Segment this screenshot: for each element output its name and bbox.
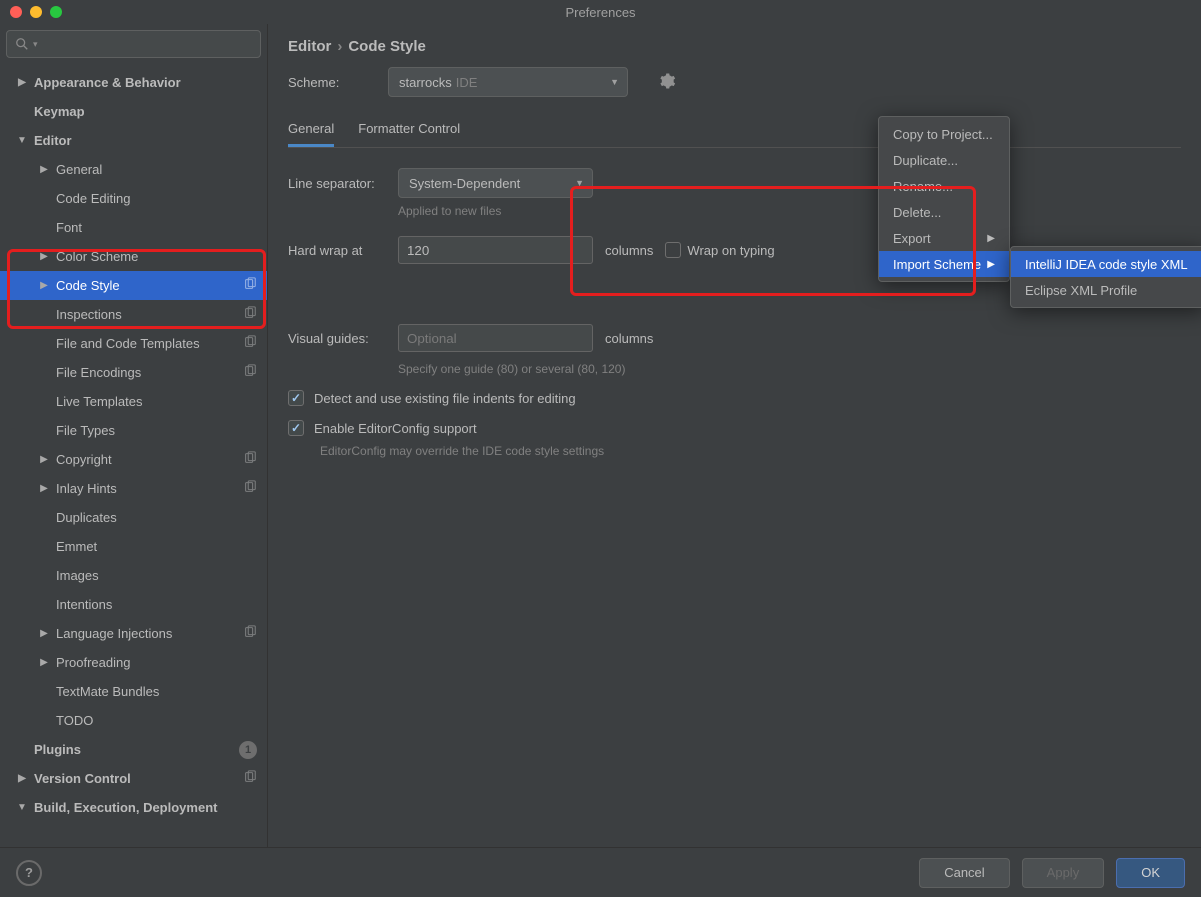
titlebar: Preferences	[0, 0, 1201, 24]
copy-icon	[243, 451, 257, 468]
visual-guides-hint: Specify one guide (80) or several (80, 1…	[398, 362, 1181, 376]
close-icon[interactable]	[10, 6, 22, 18]
gear-icon[interactable]	[658, 72, 676, 93]
menu-item-rename-[interactable]: Rename...	[879, 173, 1009, 199]
sidebar-item-inspections[interactable]: Inspections	[0, 300, 267, 329]
menu-item-copy-to-project-[interactable]: Copy to Project...	[879, 121, 1009, 147]
sidebar-item-plugins[interactable]: Plugins1	[0, 735, 267, 764]
copy-icon	[243, 335, 257, 352]
import-scheme-submenu: IntelliJ IDEA code style XMLEclipse XML …	[1010, 246, 1201, 308]
sidebar-item-images[interactable]: Images	[0, 561, 267, 590]
editorconfig-checkbox[interactable]	[288, 420, 304, 436]
gear-menu: Copy to Project...Duplicate...Rename...D…	[878, 116, 1010, 282]
menu-item-duplicate-[interactable]: Duplicate...	[879, 147, 1009, 173]
sidebar-item-color-scheme[interactable]: ▶Color Scheme	[0, 242, 267, 271]
maximize-icon[interactable]	[50, 6, 62, 18]
wrap-on-typing-checkbox[interactable]	[665, 242, 681, 258]
submenu-item-intellij-idea-code-style-xml[interactable]: IntelliJ IDEA code style XML	[1011, 251, 1201, 277]
copy-icon	[243, 306, 257, 323]
sidebar-item-textmate-bundles[interactable]: TextMate Bundles	[0, 677, 267, 706]
editorconfig-label: Enable EditorConfig support	[314, 421, 477, 436]
sidebar-item-proofreading[interactable]: ▶Proofreading	[0, 648, 267, 677]
line-separator-label: Line separator:	[288, 176, 398, 191]
sidebar-item-font[interactable]: Font	[0, 213, 267, 242]
chevron-down-icon: ▼	[575, 178, 584, 188]
sidebar-item-live-templates[interactable]: Live Templates	[0, 387, 267, 416]
menu-item-delete-[interactable]: Delete...	[879, 199, 1009, 225]
chevron-down-icon: ▼	[610, 77, 619, 87]
sidebar-item-duplicates[interactable]: Duplicates	[0, 503, 267, 532]
sidebar-item-keymap[interactable]: Keymap	[0, 97, 267, 126]
submenu-item-eclipse-xml-profile[interactable]: Eclipse XML Profile	[1011, 277, 1201, 303]
copy-icon	[243, 770, 257, 787]
menu-item-export[interactable]: Export▶	[879, 225, 1009, 251]
line-separator-select[interactable]: System-Dependent▼	[398, 168, 593, 198]
search-input[interactable]: ▾	[6, 30, 261, 58]
apply-button[interactable]: Apply	[1022, 858, 1105, 888]
sidebar-item-copyright[interactable]: ▶Copyright	[0, 445, 267, 474]
sidebar-item-appearance-behavior[interactable]: ▶Appearance & Behavior	[0, 68, 267, 97]
sidebar-item-inlay-hints[interactable]: ▶Inlay Hints	[0, 474, 267, 503]
settings-tree[interactable]: ▶Appearance & BehaviorKeymap▼Editor▶Gene…	[0, 64, 267, 897]
editorconfig-hint: EditorConfig may override the IDE code s…	[320, 444, 1181, 458]
copy-icon	[243, 277, 257, 294]
menu-item-import-scheme[interactable]: Import Scheme▶	[879, 251, 1009, 277]
copy-icon	[243, 364, 257, 381]
copy-icon	[243, 480, 257, 497]
sidebar-item-code-editing[interactable]: Code Editing	[0, 184, 267, 213]
window-title: Preferences	[565, 5, 635, 20]
help-button[interactable]: ?	[16, 860, 42, 886]
hardwrap-input[interactable]	[398, 236, 593, 264]
tab-formatter[interactable]: Formatter Control	[358, 113, 460, 147]
detect-indents-checkbox[interactable]	[288, 390, 304, 406]
breadcrumb: Editor›Code Style	[288, 34, 1181, 67]
visual-guides-label: Visual guides:	[288, 331, 398, 346]
sidebar-item-language-injections[interactable]: ▶Language Injections	[0, 619, 267, 648]
copy-icon	[243, 625, 257, 642]
tab-general[interactable]: General	[288, 113, 334, 147]
sidebar-item-todo[interactable]: TODO	[0, 706, 267, 735]
wrap-on-typing-label: Wrap on typing	[687, 243, 774, 258]
sidebar-item-code-style[interactable]: ▶Code Style	[0, 271, 267, 300]
detect-indents-label: Detect and use existing file indents for…	[314, 391, 576, 406]
scheme-label: Scheme:	[288, 75, 388, 90]
cancel-button[interactable]: Cancel	[919, 858, 1009, 888]
columns-label: columns	[605, 243, 653, 258]
sidebar-item-version-control[interactable]: ▶Version Control	[0, 764, 267, 793]
sidebar-item-build-execution-deployment[interactable]: ▼Build, Execution, Deployment	[0, 793, 267, 822]
sidebar-item-file-encodings[interactable]: File Encodings	[0, 358, 267, 387]
sidebar-item-editor[interactable]: ▼Editor	[0, 126, 267, 155]
columns-label-2: columns	[605, 331, 653, 346]
sidebar-item-file-types[interactable]: File Types	[0, 416, 267, 445]
scheme-select[interactable]: starrocksIDE ▼	[388, 67, 628, 97]
sidebar-item-intentions[interactable]: Intentions	[0, 590, 267, 619]
sidebar-item-file-and-code-templates[interactable]: File and Code Templates	[0, 329, 267, 358]
sidebar-item-emmet[interactable]: Emmet	[0, 532, 267, 561]
visual-guides-input[interactable]	[398, 324, 593, 352]
minimize-icon[interactable]	[30, 6, 42, 18]
sidebar-item-general[interactable]: ▶General	[0, 155, 267, 184]
ok-button[interactable]: OK	[1116, 858, 1185, 888]
search-icon	[15, 37, 29, 51]
hardwrap-label: Hard wrap at	[288, 243, 398, 258]
line-separator-hint: Applied to new files	[398, 204, 1181, 218]
